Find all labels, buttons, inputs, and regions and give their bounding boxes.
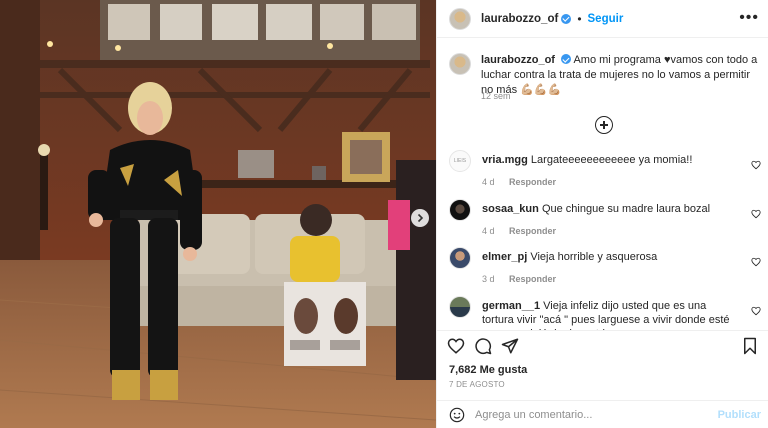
reply-button[interactable]: Responder	[509, 274, 556, 284]
caption-body: laurabozzo_of Amo mi programa ♥vamos con…	[481, 53, 759, 98]
avatar-label: LIEIS	[453, 158, 467, 164]
caption-username[interactable]: laurabozzo_of	[481, 54, 555, 66]
post-photo[interactable]	[0, 0, 436, 428]
caption-avatar[interactable]	[449, 53, 471, 75]
comment-username[interactable]: german__1	[482, 300, 540, 312]
heart-icon[interactable]	[751, 209, 761, 219]
comment-body: Que chingue su madre laura bozal	[541, 203, 711, 215]
comment-username[interactable]: vria.mgg	[482, 154, 528, 166]
comment-meta: 3 d Responder	[482, 274, 568, 284]
author-username[interactable]: laurabozzo_of	[481, 13, 558, 25]
post-date[interactable]: 7 DE AGOSTO	[449, 380, 505, 389]
like-count[interactable]: 7,682 Me gusta	[449, 364, 527, 376]
reply-button[interactable]: Responder	[509, 226, 556, 236]
comment-body: Vieja horrible y asquerosa	[530, 251, 658, 263]
heart-icon[interactable]	[751, 160, 761, 170]
comment-username[interactable]: elmer_pj	[482, 251, 527, 263]
post-actions	[437, 330, 768, 358]
verified-badge-icon	[561, 13, 572, 24]
comment-time[interactable]: 4 d	[482, 226, 495, 236]
next-photo-button[interactable]	[411, 209, 429, 227]
comment-bubble-icon[interactable]	[474, 337, 492, 355]
follow-button[interactable]: Seguir	[588, 13, 624, 25]
comment-avatar[interactable]	[449, 199, 471, 221]
post-sidebar: laurabozzo_of • Seguir ••• laurabozzo_of…	[436, 0, 768, 428]
comment-meta: 4 d Responder	[482, 226, 568, 236]
comment-avatar[interactable]	[449, 296, 471, 318]
comment-avatar[interactable]: LIEIS	[449, 150, 471, 172]
avatar[interactable]	[449, 7, 471, 30]
comment-meta: 4 d Responder	[482, 177, 568, 187]
add-comment-bar: Publicar	[437, 400, 768, 428]
instagram-post: laurabozzo_of • Seguir ••• laurabozzo_of…	[0, 0, 768, 428]
plus-circle-icon[interactable]	[595, 116, 613, 134]
smiley-icon[interactable]	[449, 407, 465, 423]
chevron-right-icon	[417, 213, 424, 223]
comment-avatar[interactable]	[449, 247, 471, 269]
comment-text: elmer_pj Vieja horrible y asquerosa	[482, 250, 737, 264]
post-caption: laurabozzo_of Amo mi programa ♥vamos con…	[449, 53, 759, 101]
reply-button[interactable]: Responder	[509, 177, 556, 187]
verified-badge-icon	[561, 54, 572, 64]
publish-button[interactable]: Publicar	[718, 409, 761, 421]
separator-dot: •	[577, 11, 582, 26]
paper-plane-icon[interactable]	[501, 337, 519, 355]
heart-icon[interactable]	[751, 306, 761, 316]
comment-text: sosaa_kun Que chingue su madre laura boz…	[482, 202, 737, 216]
post-header: laurabozzo_of • Seguir •••	[437, 0, 768, 38]
tv-studio-scene	[0, 0, 436, 428]
comment-username[interactable]: sosaa_kun	[482, 203, 539, 215]
comment-time[interactable]: 3 d	[482, 274, 495, 284]
heart-icon[interactable]	[751, 257, 761, 267]
bookmark-icon[interactable]	[741, 337, 759, 355]
comment-time[interactable]: 4 d	[482, 177, 495, 187]
heart-icon[interactable]	[447, 337, 465, 355]
comment-body: Largateeeeeeeeeeee ya momia!!	[530, 154, 693, 166]
more-options-icon[interactable]: •••	[739, 10, 759, 26]
comment-text: vria.mgg Largateeeeeeeeeeee ya momia!!	[482, 153, 737, 167]
caption-time[interactable]: 12 sem	[481, 91, 511, 101]
comment-input[interactable]	[475, 408, 705, 421]
